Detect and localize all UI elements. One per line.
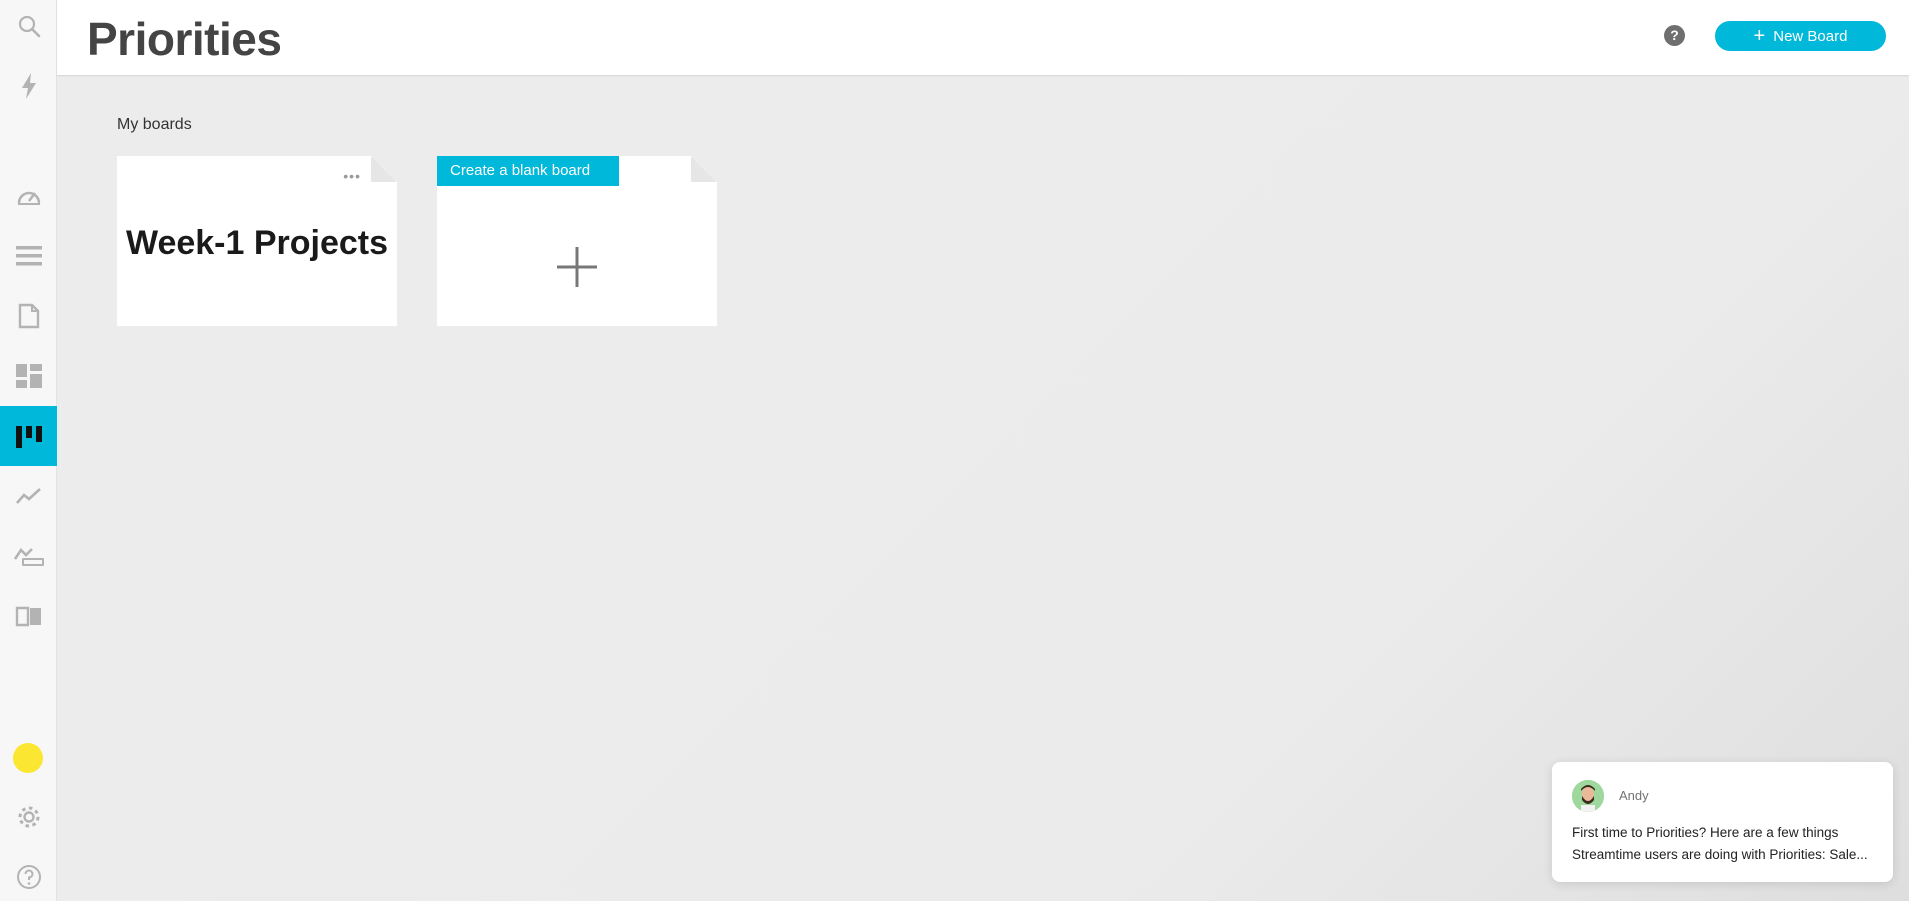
- board-menu-icon[interactable]: •••: [343, 168, 361, 184]
- chat-sender-name: Andy: [1619, 788, 1649, 803]
- new-board-label: New Board: [1773, 27, 1848, 45]
- chat-message-popup[interactable]: Andy First time to Priorities? Here are …: [1552, 762, 1893, 882]
- list-icon[interactable]: [0, 232, 57, 280]
- search-icon[interactable]: [0, 2, 57, 50]
- my-boards-heading: My boards: [117, 116, 192, 133]
- book-icon[interactable]: [0, 592, 57, 640]
- page-title: Priorities: [87, 13, 282, 65]
- settings-gear-icon[interactable]: [0, 793, 57, 841]
- user-avatar[interactable]: [13, 743, 43, 773]
- chat-message-line: First time to Priorities? Here are a few…: [1572, 825, 1839, 840]
- plus-icon: +: [1753, 25, 1766, 47]
- create-blank-board-label: Create a blank board: [437, 156, 619, 186]
- top-header: Priorities ? + New Board: [57, 0, 1909, 76]
- create-blank-board-card[interactable]: Create a blank board: [437, 156, 717, 326]
- page-fold-decoration: [371, 156, 397, 182]
- new-board-button[interactable]: + New Board: [1715, 21, 1886, 51]
- plus-icon: [557, 247, 597, 287]
- chat-message-preview: First time to Priorities? Here are a few…: [1572, 822, 1882, 866]
- new-report-icon[interactable]: [0, 532, 57, 580]
- document-icon[interactable]: [0, 292, 57, 340]
- sidebar-nav: [0, 0, 57, 901]
- chat-sender-avatar: [1572, 780, 1604, 812]
- lightning-icon[interactable]: [0, 62, 57, 110]
- help-icon[interactable]: ?: [1664, 25, 1685, 46]
- page-fold-decoration: [691, 156, 717, 182]
- dashboard-gauge-icon[interactable]: [0, 172, 57, 220]
- trend-chart-icon[interactable]: [0, 472, 57, 520]
- board-title: Week-1 Projects: [125, 224, 389, 262]
- layout-icon[interactable]: [0, 352, 57, 400]
- help-circle-icon[interactable]: [0, 853, 57, 901]
- chat-message-line: Streamtime users are doing with Prioriti…: [1572, 847, 1868, 862]
- board-card-week-1-projects[interactable]: ••• Week-1 Projects: [117, 156, 397, 326]
- board-icon[interactable]: [0, 406, 57, 466]
